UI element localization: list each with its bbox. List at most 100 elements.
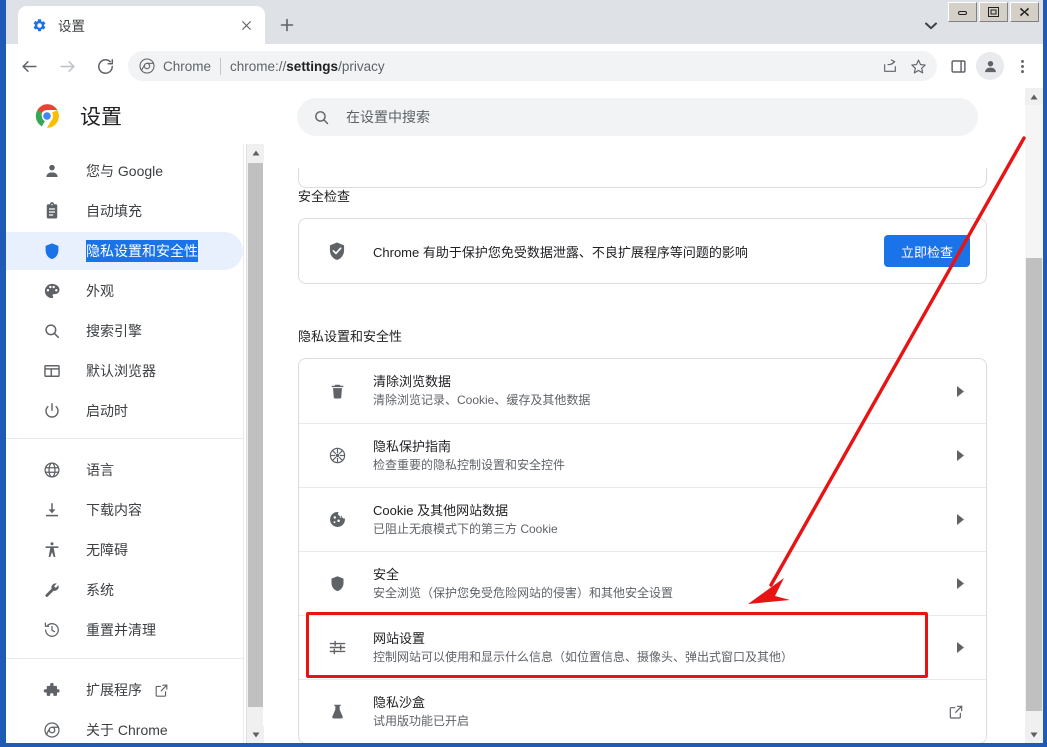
row-text: 网站设置 控制网站可以使用和显示什么信息（如位置信息、摄像头、弹出式窗口及其他）: [373, 630, 955, 666]
accessibility-icon: [42, 540, 62, 560]
history-restore-icon: [42, 620, 62, 640]
chevron-right-icon[interactable]: [955, 577, 966, 590]
sidebar-item-appearance[interactable]: 外观: [6, 272, 243, 310]
row-text: Cookie 及其他网站数据 已阻止无痕模式下的第三方 Cookie: [373, 502, 955, 538]
sidebar-scrollbar-thumb[interactable]: [248, 163, 263, 707]
palette-icon: [42, 281, 62, 301]
sidebar-item-you-and-google[interactable]: 您与 Google: [6, 152, 243, 190]
sidebar-item-autofill[interactable]: 自动填充: [6, 192, 243, 230]
external-link-icon[interactable]: [948, 704, 964, 720]
sidebar-item-label: 外观: [86, 283, 114, 299]
row-text: 安全 安全浏览（保护您免受危险网站的侵害）和其他安全设置: [373, 566, 955, 602]
sidebar-scrollbar[interactable]: [246, 144, 264, 743]
back-arrow-icon[interactable]: [14, 51, 44, 81]
chevron-right-icon[interactable]: [955, 449, 966, 462]
row-subtitle: 检查重要的隐私控制设置和安全控件: [373, 457, 566, 472]
row-subtitle: 试用版功能已开启: [373, 713, 470, 728]
address-bar[interactable]: Chrome chrome://settings/privacy: [128, 51, 937, 81]
row-title: 清除浏览数据: [373, 374, 452, 389]
sidebar-item-extensions[interactable]: 扩展程序: [6, 671, 243, 709]
cookie-icon: [327, 510, 347, 530]
page-title: 设置: [80, 106, 122, 129]
new-tab-button[interactable]: [274, 12, 300, 38]
tab-settings[interactable]: 设置: [18, 6, 265, 44]
sidebar-item-label: 搜索引擎: [86, 323, 142, 339]
row-security[interactable]: 安全 安全浏览（保护您免受危险网站的侵害）和其他安全设置: [299, 551, 986, 615]
sidebar-item-privacy-and-security[interactable]: 隐私设置和安全性: [6, 232, 243, 270]
omnibox-url-bold: settings: [286, 58, 339, 74]
omnibox-url-suffix: /privacy: [338, 58, 385, 74]
row-site-settings[interactable]: 网站设置 控制网站可以使用和显示什么信息（如位置信息、摄像头、弹出式窗口及其他）: [299, 615, 986, 679]
shield-check-icon: [327, 241, 347, 261]
sidebar-item-system[interactable]: 系统: [6, 571, 243, 609]
settings-sidebar: 您与 Google 自动填充 隐私设置和安全性 外观 搜索引擎 默认浏览器 启动…: [6, 144, 244, 743]
close-icon[interactable]: [235, 14, 257, 36]
main-scrollbar[interactable]: [1025, 88, 1043, 743]
row-title: 安全: [373, 566, 400, 582]
side-panel-icon[interactable]: [943, 51, 973, 81]
settings-header: 设置: [6, 88, 1043, 144]
sidebar-group-2: 语言 下载内容 无障碍 系统 重置并清理: [6, 438, 243, 649]
row-privacy-sandbox[interactable]: 隐私沙盒 试用版功能已开启: [299, 679, 986, 743]
sidebar-item-label: 默认浏览器: [86, 363, 156, 379]
settings-gear-icon: [31, 17, 47, 33]
sidebar-item-label: 无障碍: [86, 542, 128, 558]
chevron-down-icon[interactable]: [918, 16, 944, 36]
tab-strip: 设置: [6, 0, 1043, 44]
sidebar-item-label: 系统: [86, 582, 114, 598]
flask-icon: [327, 702, 347, 722]
main-scrollbar-thumb[interactable]: [1026, 258, 1042, 711]
scroll-up-arrow-icon[interactable]: [1025, 88, 1043, 105]
scroll-up-arrow-icon[interactable]: [247, 144, 264, 161]
safety-check-row: Chrome 有助于保护您免受数据泄露、不良扩展程序等问题的影响 立即检查: [299, 219, 986, 283]
forward-arrow-icon[interactable]: [52, 51, 82, 81]
sidebar-item-languages[interactable]: 语言: [6, 451, 243, 489]
settings-content-inner: 安全检查 Chrome 有助于保护您免受数据泄露、不良扩展程序等问题的影响 立即…: [245, 168, 1025, 743]
minimize-icon[interactable]: [948, 2, 977, 22]
clipboard-icon: [42, 201, 62, 221]
sidebar-group-3: 扩展程序 关于 Chrome: [6, 658, 243, 743]
row-cookies-and-site-data[interactable]: Cookie 及其他网站数据 已阻止无痕模式下的第三方 Cookie: [299, 487, 986, 551]
close-icon[interactable]: [1010, 2, 1039, 22]
reload-icon[interactable]: [90, 51, 120, 81]
sidebar-item-search-engine[interactable]: 搜索引擎: [6, 312, 243, 350]
sidebar-item-label: 您与 Google: [86, 163, 164, 179]
sidebar-item-about-chrome[interactable]: 关于 Chrome: [6, 711, 243, 743]
row-title: Cookie 及其他网站数据: [373, 502, 509, 518]
settings-search-box[interactable]: [297, 98, 978, 136]
globe-icon: [42, 460, 62, 480]
row-subtitle: 安全浏览（保护您免受危险网站的侵害）和其他安全设置: [373, 585, 674, 600]
search-input[interactable]: [346, 109, 978, 125]
account-avatar-icon[interactable]: [975, 51, 1005, 81]
row-privacy-guide[interactable]: 隐私保护指南 检查重要的隐私控制设置和安全控件: [299, 423, 986, 487]
sidebar-item-reset-and-cleanup[interactable]: 重置并清理: [6, 611, 243, 649]
check-now-button[interactable]: 立即检查: [883, 235, 970, 267]
chevron-right-icon[interactable]: [955, 513, 966, 526]
share-icon[interactable]: [877, 53, 903, 79]
sidebar-item-label: 重置并清理: [86, 622, 156, 638]
main-scrollbar-track[interactable]: [1025, 105, 1043, 258]
chevron-right-icon[interactable]: [955, 641, 966, 654]
sidebar-item-label: 扩展程序: [86, 682, 142, 698]
search-icon: [42, 321, 62, 341]
scroll-down-arrow-icon[interactable]: [247, 726, 264, 743]
three-dots-menu-icon[interactable]: [1007, 51, 1037, 81]
wrench-icon: [42, 580, 62, 600]
chevron-right-icon[interactable]: [955, 385, 966, 398]
avatar[interactable]: [976, 52, 1004, 80]
browser-window: 设置 Chrome chrome://settings/privacy 设置 在…: [0, 0, 1047, 747]
shield-icon: [327, 574, 347, 594]
sidebar-item-default-browser[interactable]: 默认浏览器: [6, 352, 243, 390]
partial-card-above: [298, 168, 987, 188]
sidebar-item-accessibility[interactable]: 无障碍: [6, 531, 243, 569]
star-icon[interactable]: [905, 53, 931, 79]
row-text: 隐私保护指南 检查重要的隐私控制设置和安全控件: [373, 438, 955, 474]
sidebar-item-on-startup[interactable]: 启动时: [6, 392, 243, 430]
restore-icon[interactable]: [979, 2, 1008, 22]
browser-chrome: 设置 Chrome chrome://settings/privacy 设置 在…: [6, 0, 1043, 743]
sidebar-item-downloads[interactable]: 下载内容: [6, 491, 243, 529]
sidebar-item-label: 关于 Chrome: [86, 722, 168, 738]
scroll-down-arrow-icon[interactable]: [1025, 726, 1043, 743]
sliders-icon: [327, 638, 347, 658]
row-clear-browsing-data[interactable]: 清除浏览数据 清除浏览记录、Cookie、缓存及其他数据: [299, 359, 986, 423]
